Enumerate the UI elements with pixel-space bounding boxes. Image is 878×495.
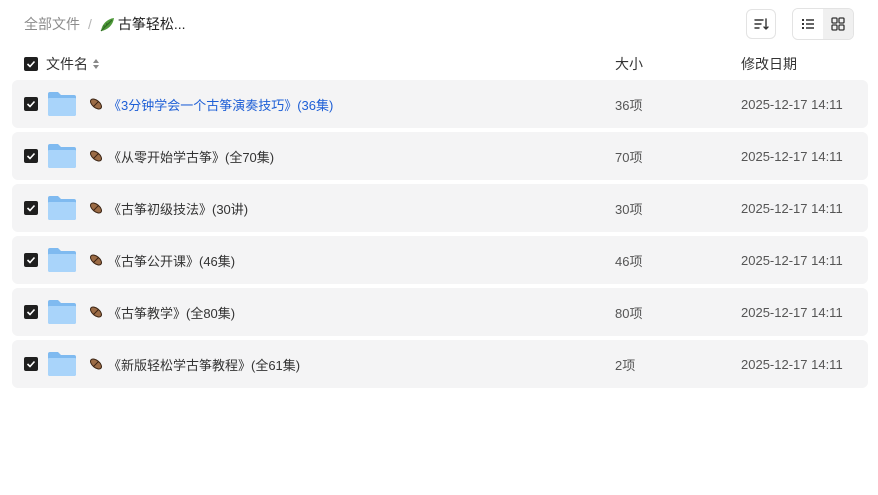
row-size: 80项 <box>615 305 643 321</box>
check-icon <box>26 360 36 368</box>
breadcrumb-current: 古筝轻松... <box>99 14 186 34</box>
row-size: 2项 <box>615 357 636 373</box>
header-modified[interactable]: 修改日期 <box>741 52 797 76</box>
folder-icon <box>48 248 76 272</box>
folder-icon <box>48 196 76 220</box>
breadcrumb-separator: / <box>88 16 92 32</box>
row-filename[interactable]: 《3分钟学会一个古筝演奏技巧》(36集) <box>108 95 333 114</box>
row-filename[interactable]: 《从零开始学古筝》(全70集) <box>108 147 274 166</box>
grid-view-button[interactable] <box>823 9 853 39</box>
row-modified: 2025-12-17 14:11 <box>741 96 843 112</box>
row-modified: 2025-12-17 14:11 <box>741 252 843 268</box>
row-size: 36项 <box>615 97 643 113</box>
check-icon <box>26 152 36 160</box>
row-filename[interactable]: 《新版轻松学古筝教程》(全61集) <box>108 355 300 374</box>
folder-icon <box>48 92 76 116</box>
check-icon <box>26 256 36 264</box>
pill-icon <box>90 254 102 266</box>
pill-icon <box>90 358 102 370</box>
list-view-button[interactable] <box>793 9 823 39</box>
pill-icon <box>90 202 102 214</box>
row-filename[interactable]: 《古筝教学》(全80集) <box>108 303 235 322</box>
row-checkbox[interactable] <box>24 149 38 163</box>
check-icon <box>26 60 36 68</box>
select-all-checkbox[interactable] <box>24 57 38 71</box>
table-row[interactable]: 《从零开始学古筝》(全70集) 70项 2025-12-17 14:11 <box>12 132 868 180</box>
folder-icon <box>48 352 76 376</box>
header-filename-label: 文件名 <box>46 56 88 72</box>
row-modified: 2025-12-17 14:11 <box>741 304 843 320</box>
pill-icon <box>90 306 102 318</box>
row-checkbox[interactable] <box>24 97 38 111</box>
folder-icon <box>48 144 76 168</box>
row-checkbox[interactable] <box>24 201 38 215</box>
view-mode-toggle <box>792 8 854 40</box>
folder-icon <box>48 300 76 324</box>
table-header: 文件名 大小 修改日期 <box>12 52 866 76</box>
row-size: 70项 <box>615 149 643 165</box>
pill-icon <box>90 150 102 162</box>
check-icon <box>26 100 36 108</box>
table-row[interactable]: 《新版轻松学古筝教程》(全61集) 2项 2025-12-17 14:11 <box>12 340 868 388</box>
row-checkbox[interactable] <box>24 357 38 371</box>
leaf-icon <box>100 17 114 31</box>
row-filename[interactable]: 《古筝公开课》(46集) <box>108 251 235 270</box>
view-toolbar <box>746 8 854 40</box>
table-row[interactable]: 《3分钟学会一个古筝演奏技巧》(36集) 36项 2025-12-17 14:1… <box>12 80 868 128</box>
row-checkbox[interactable] <box>24 305 38 319</box>
check-icon <box>26 308 36 316</box>
table-row[interactable]: 《古筝公开课》(46集) 46项 2025-12-17 14:11 <box>12 236 868 284</box>
header-filename[interactable]: 文件名 <box>46 52 100 76</box>
check-icon <box>26 204 36 212</box>
row-size: 46项 <box>615 253 643 269</box>
row-filename[interactable]: 《古筝初级技法》(30讲) <box>108 199 248 218</box>
sort-button[interactable] <box>746 9 776 39</box>
list-view-icon <box>802 19 814 29</box>
row-modified: 2025-12-17 14:11 <box>741 356 843 372</box>
pill-icon <box>90 98 102 110</box>
breadcrumb: 全部文件 / 古筝轻松... <box>24 13 186 35</box>
breadcrumb-root-link[interactable]: 全部文件 <box>24 14 80 34</box>
table-row[interactable]: 《古筝初级技法》(30讲) 30项 2025-12-17 14:11 <box>12 184 868 232</box>
table-row[interactable]: 《古筝教学》(全80集) 80项 2025-12-17 14:11 <box>12 288 868 336</box>
grid-view-icon <box>831 17 845 31</box>
sort-caret-icon <box>93 59 99 69</box>
header-size[interactable]: 大小 <box>615 52 643 76</box>
row-modified: 2025-12-17 14:11 <box>741 148 843 164</box>
row-checkbox[interactable] <box>24 253 38 267</box>
row-size: 30项 <box>615 201 643 217</box>
row-modified: 2025-12-17 14:11 <box>741 200 843 216</box>
breadcrumb-current-label: 古筝轻松... <box>117 16 186 32</box>
sort-icon <box>754 18 769 30</box>
